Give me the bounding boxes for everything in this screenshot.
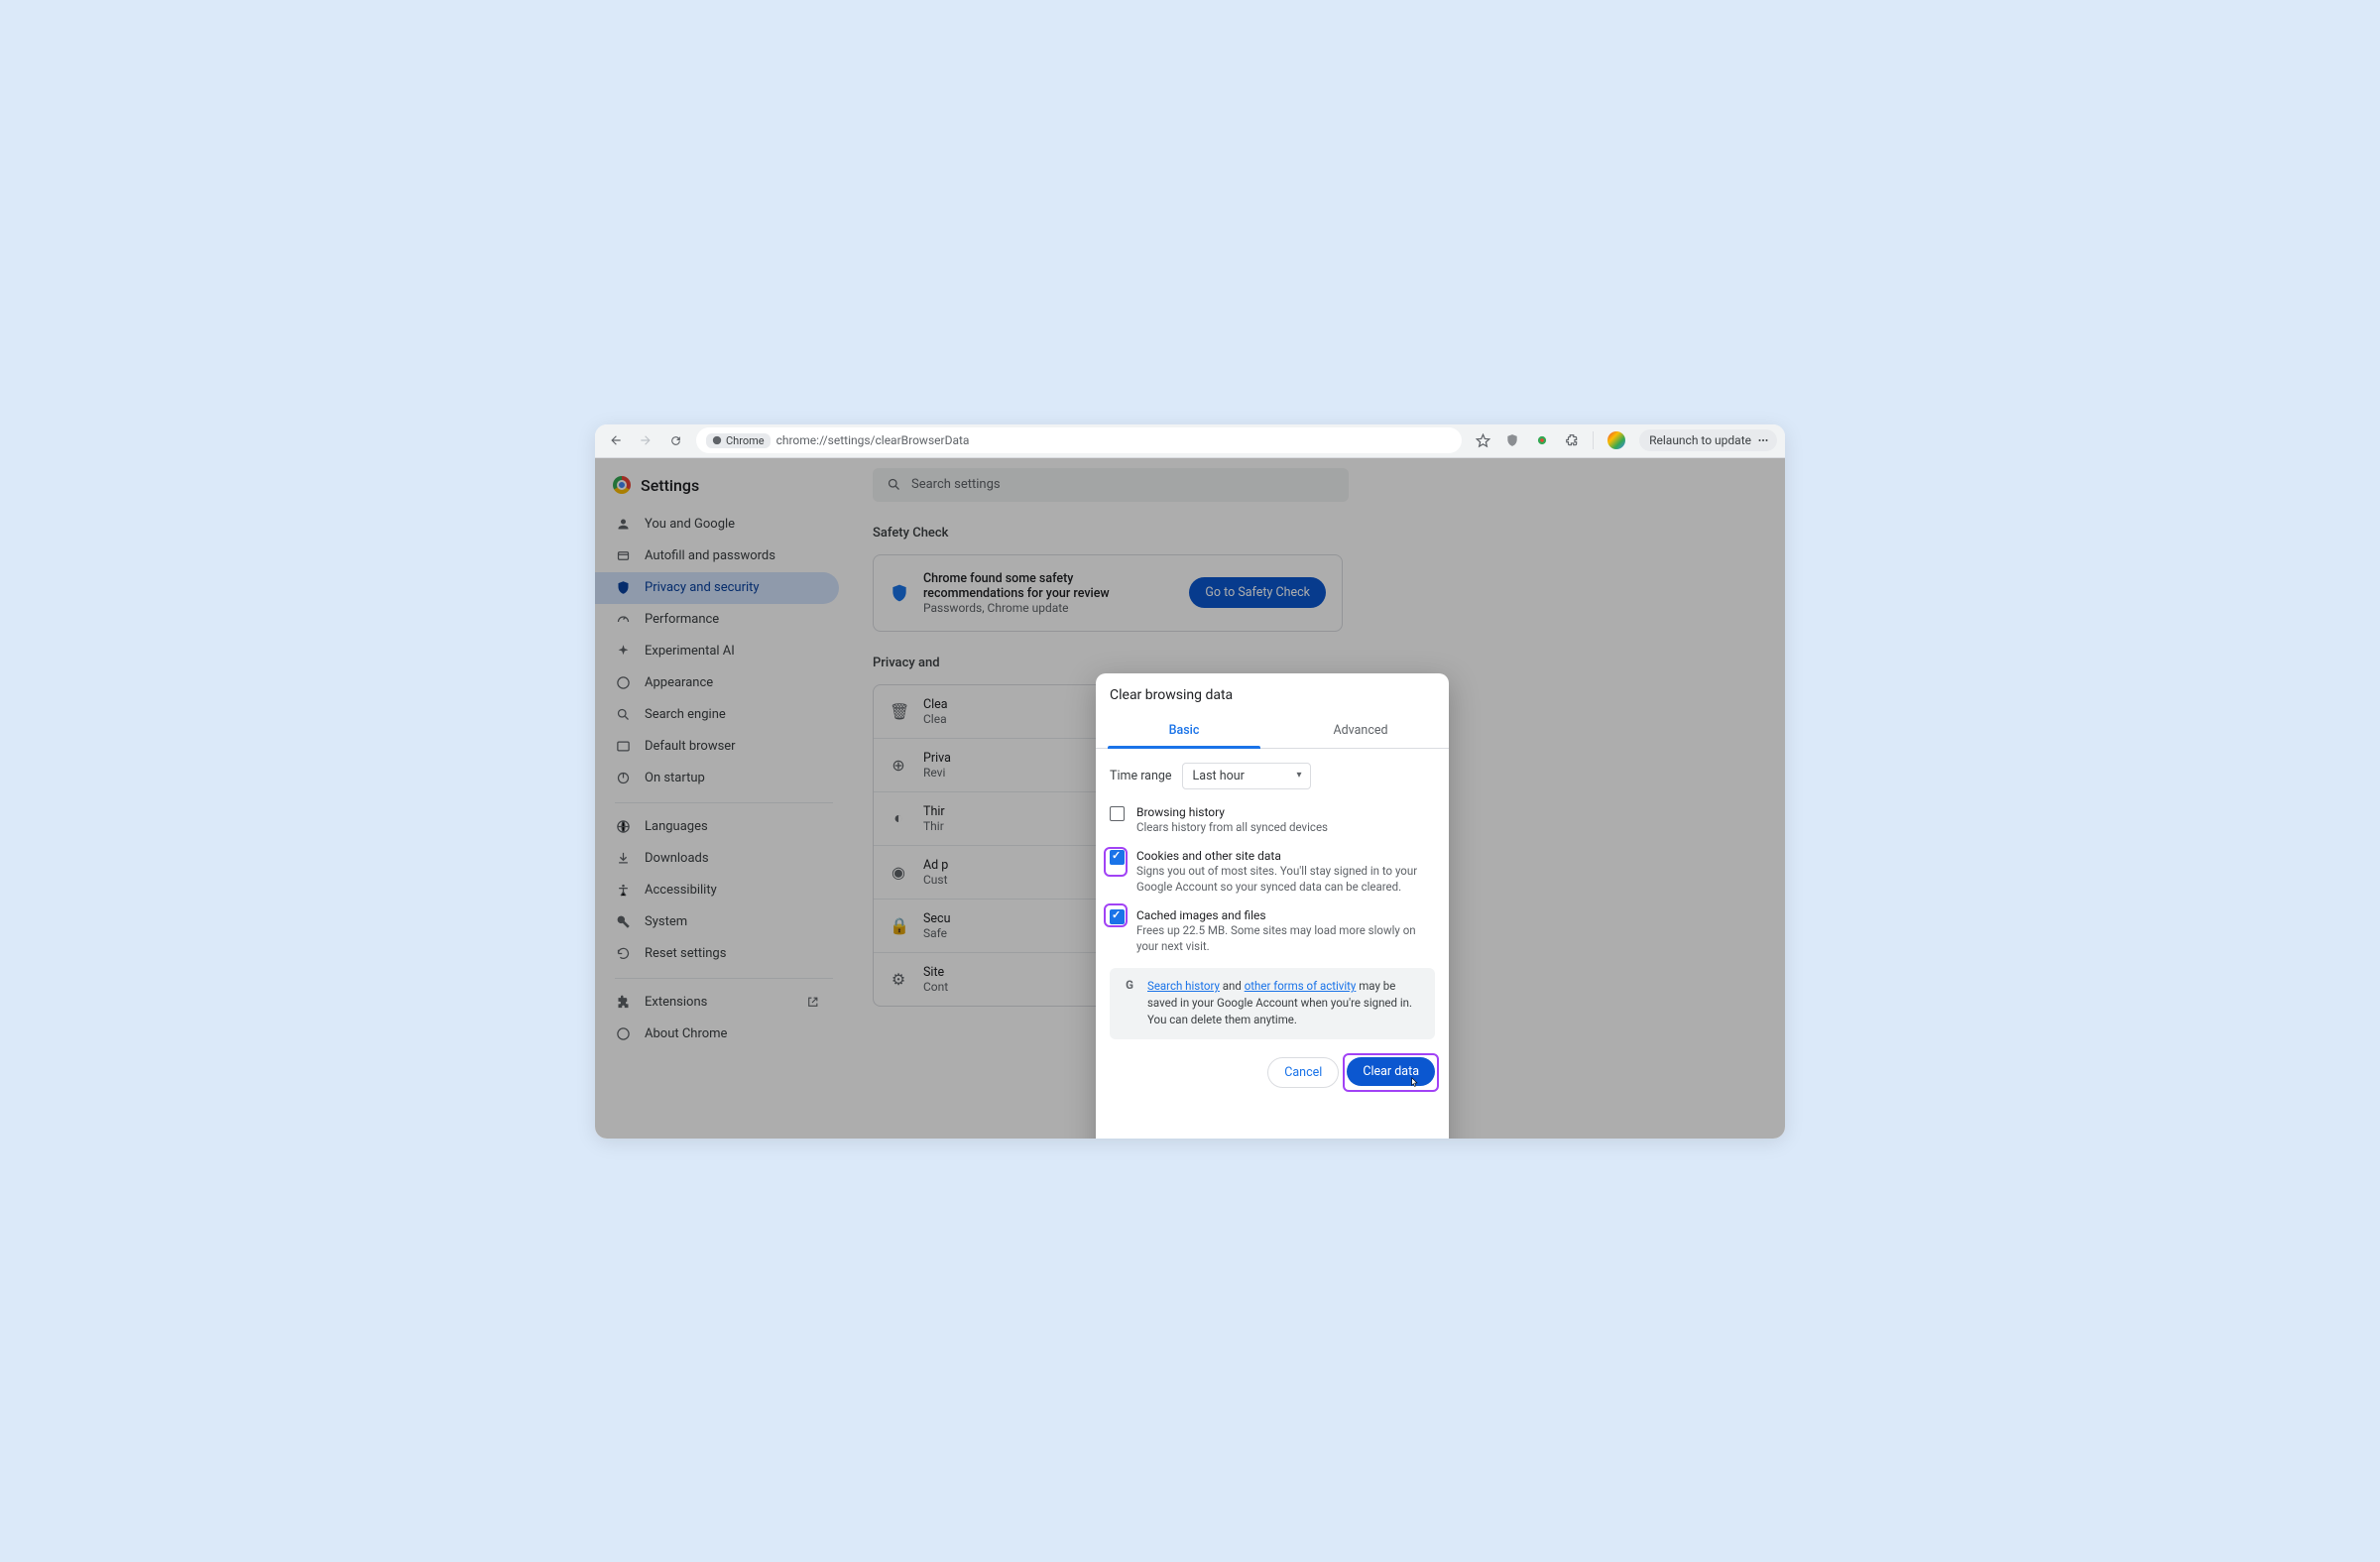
option-title: Cookies and other site data (1136, 849, 1435, 863)
dialog-tabs: Basic Advanced (1096, 713, 1449, 749)
option-title: Cached images and files (1136, 908, 1435, 922)
extension-icon-1[interactable] (1529, 427, 1555, 453)
option-sub: Frees up 22.5 MB. Some sites may load mo… (1136, 922, 1435, 954)
relaunch-button[interactable]: Relaunch to update (1639, 429, 1777, 451)
info-box: G Search history and other forms of acti… (1110, 968, 1435, 1039)
tab-basic[interactable]: Basic (1096, 713, 1272, 748)
checkbox-history[interactable] (1110, 806, 1125, 821)
option-sub: Clears history from all synced devices (1136, 819, 1328, 835)
option-title: Browsing history (1136, 805, 1328, 819)
time-range-select[interactable]: Last hour (1182, 763, 1311, 789)
activity-link[interactable]: other forms of activity (1245, 979, 1357, 993)
checkbox-cookies[interactable] (1110, 850, 1125, 865)
site-chip: Chrome (706, 433, 771, 448)
cancel-button[interactable]: Cancel (1267, 1057, 1339, 1088)
address-bar[interactable]: Chrome chrome://settings/clearBrowserDat… (696, 427, 1462, 453)
browser-window: Chrome chrome://settings/clearBrowserDat… (595, 424, 1785, 1139)
forward-button[interactable] (633, 427, 658, 453)
bookmark-icon[interactable] (1470, 427, 1495, 453)
cursor-pointer-icon (1407, 1076, 1421, 1090)
checkbox-cache[interactable] (1110, 909, 1125, 924)
dialog-title: Clear browsing data (1096, 673, 1449, 713)
search-history-link[interactable]: Search history (1147, 979, 1220, 993)
tab-advanced[interactable]: Advanced (1272, 713, 1449, 748)
extensions-icon[interactable] (1559, 427, 1585, 453)
profile-avatar[interactable] (1607, 431, 1625, 449)
toolbar-divider (1593, 431, 1594, 449)
url-text: chrome://settings/clearBrowserData (776, 433, 970, 447)
shield-icon[interactable] (1499, 427, 1525, 453)
google-g-icon: G (1122, 978, 1137, 994)
option-sub: Signs you out of most sites. You'll stay… (1136, 863, 1435, 895)
clear-data-button[interactable]: Clear data (1347, 1057, 1435, 1086)
reload-button[interactable] (662, 427, 688, 453)
time-range-label: Time range (1110, 769, 1172, 783)
clear-data-dialog: Clear browsing data Basic Advanced Time … (1096, 673, 1449, 1139)
browser-toolbar: Chrome chrome://settings/clearBrowserDat… (595, 424, 1785, 458)
back-button[interactable] (603, 427, 629, 453)
